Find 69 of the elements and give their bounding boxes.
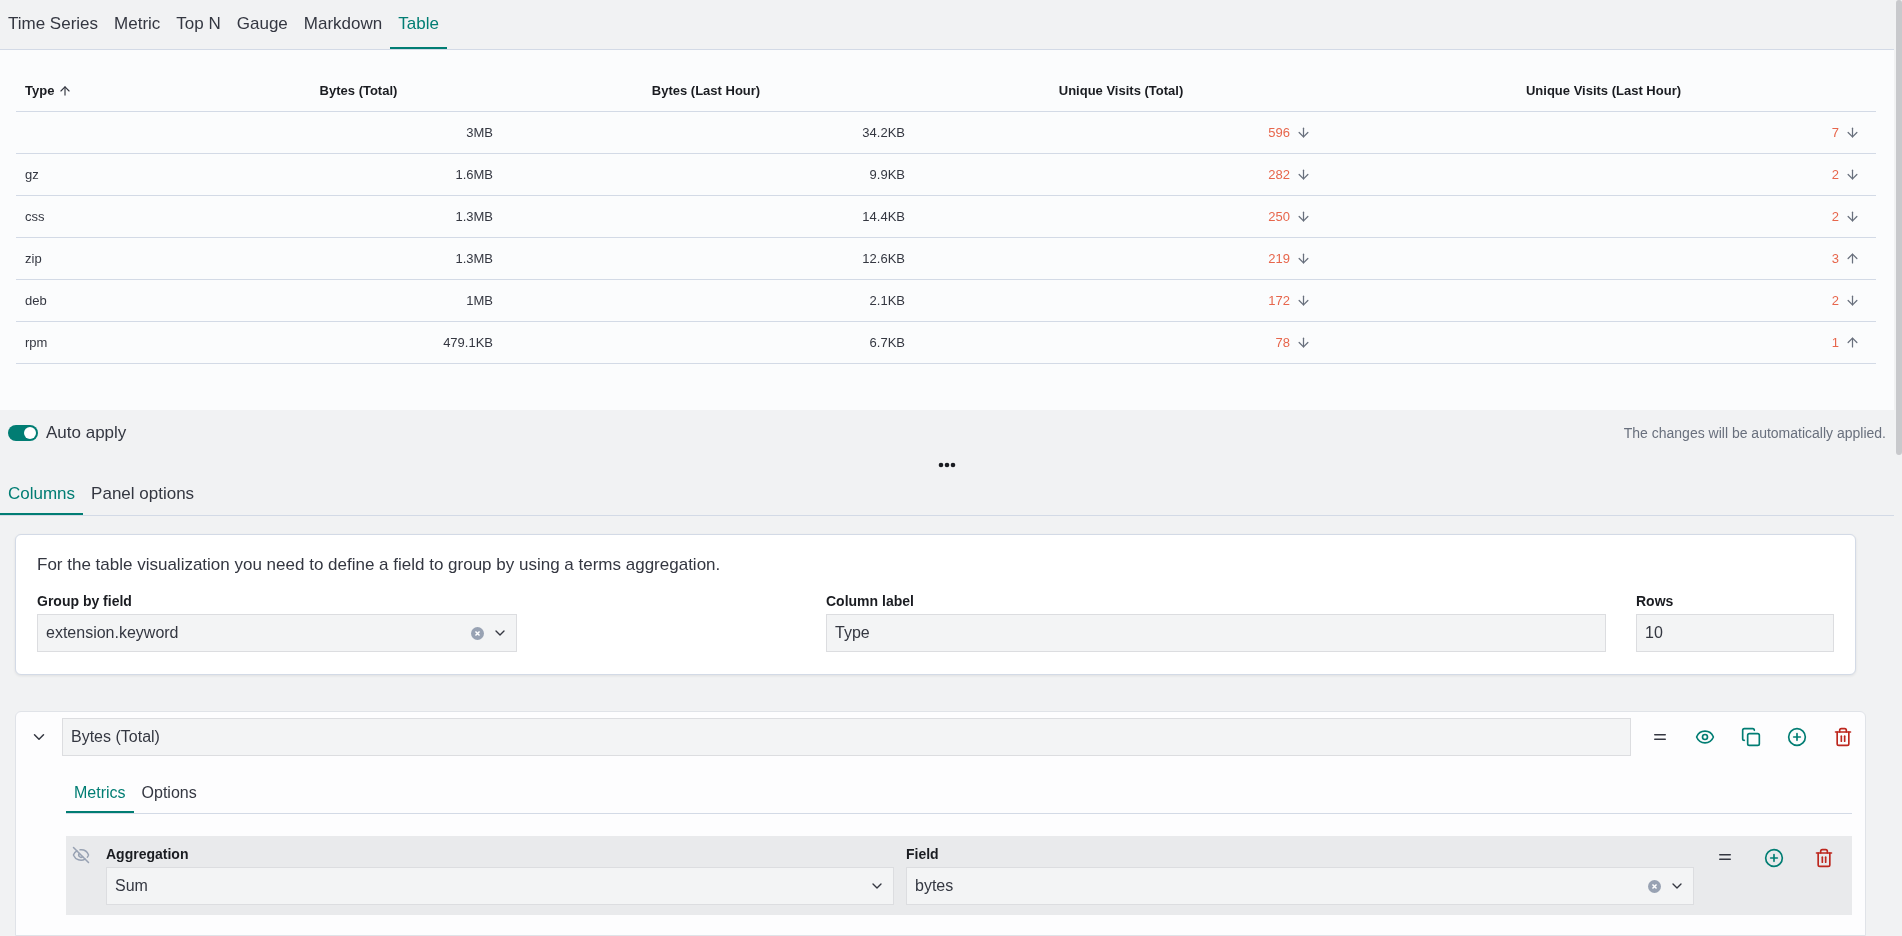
series-label-field[interactable]: Bytes (Total) [62, 718, 1631, 756]
table-cell: 6.7KB [869, 335, 905, 350]
table-cell: 78 [1275, 335, 1290, 350]
trash-icon[interactable] [1833, 727, 1853, 747]
table-cell: 479.1KB [443, 335, 493, 350]
tab[interactable]: Options [133, 774, 205, 813]
column-header[interactable]: Type [25, 83, 55, 98]
column-label-field[interactable]: Type [826, 614, 1606, 652]
table-cell: 1.3MB [455, 251, 493, 266]
clear-icon[interactable] [471, 626, 484, 640]
table-cell: 250 [1268, 209, 1290, 224]
tab[interactable]: Top N [168, 0, 229, 49]
tab[interactable]: Markdown [295, 0, 391, 49]
column-header[interactable]: Unique Visits (Total) [1058, 83, 1184, 98]
field-label: Aggregation [106, 846, 190, 862]
table-cell: 9.9KB [869, 167, 905, 182]
column-header[interactable]: Bytes (Total) [319, 83, 398, 98]
field-label: Group by field [37, 593, 133, 609]
clear-icon[interactable] [1648, 879, 1661, 893]
trash-icon[interactable] [1814, 848, 1834, 868]
tab[interactable]: Columns [0, 475, 84, 515]
sort-ascending-icon[interactable] [58, 83, 73, 98]
table-cell: 1 [1831, 335, 1839, 350]
table-cell: 1.6MB [455, 167, 493, 182]
table-cell: rpm [25, 335, 48, 350]
table-cell: 2 [1831, 293, 1839, 308]
table-cell: deb [25, 293, 47, 308]
group-by-select[interactable]: extension.keyword [37, 614, 517, 652]
copy-icon[interactable] [1741, 727, 1761, 747]
table-cell: gz [25, 167, 39, 182]
table-cell: 219 [1268, 251, 1290, 266]
aggregation-select[interactable]: Sum [106, 867, 894, 905]
scrollbar[interactable] [1896, 0, 1902, 455]
field-label: Field [906, 846, 940, 862]
table-cell: 2.1KB [869, 293, 905, 308]
rows-field[interactable]: 10 [1636, 614, 1834, 652]
resize-handle-icon[interactable] [938, 462, 956, 468]
table-cell: 282 [1268, 167, 1290, 182]
description-text: For the table visualization you need to define a field to group by using a terms aggregation. [37, 555, 722, 575]
tab[interactable]: Time Series [0, 0, 107, 49]
tab[interactable]: Metric [106, 0, 169, 49]
column-header[interactable]: Unique Visits (Last Hour) [1525, 83, 1682, 98]
field-select[interactable]: bytes [906, 867, 1694, 905]
eye-icon[interactable] [1695, 727, 1715, 747]
table-cell: 34.2KB [862, 125, 905, 140]
auto-apply-note: The changes will be automatically applied. [1623, 424, 1886, 441]
toggle-label: Auto apply [46, 422, 127, 443]
table-cell: 2 [1831, 167, 1839, 182]
table-cell: 596 [1268, 125, 1290, 140]
column-header[interactable]: Bytes (Last Hour) [651, 83, 761, 98]
table-cell: 14.4KB [862, 209, 905, 224]
field-label: Rows [1636, 593, 1675, 609]
table-cell: 2 [1831, 209, 1839, 224]
field-label: Column label [826, 593, 915, 609]
table-cell: css [25, 209, 45, 224]
table-cell: 7 [1831, 125, 1839, 140]
table-cell: 12.6KB [862, 251, 905, 266]
table-cell: 1.3MB [455, 209, 493, 224]
table-cell: 3MB [466, 125, 493, 140]
add-icon[interactable] [1764, 848, 1784, 868]
table-cell: zip [25, 251, 42, 266]
tab[interactable]: Panel options [83, 475, 203, 515]
table-cell: 3 [1831, 251, 1839, 266]
table-cell: 172 [1268, 293, 1290, 308]
tab[interactable]: Gauge [228, 0, 296, 49]
table-cell: 1MB [466, 293, 493, 308]
tab[interactable]: Metrics [66, 774, 134, 813]
auto-apply-toggle[interactable] [8, 424, 38, 441]
add-icon[interactable] [1787, 727, 1807, 747]
